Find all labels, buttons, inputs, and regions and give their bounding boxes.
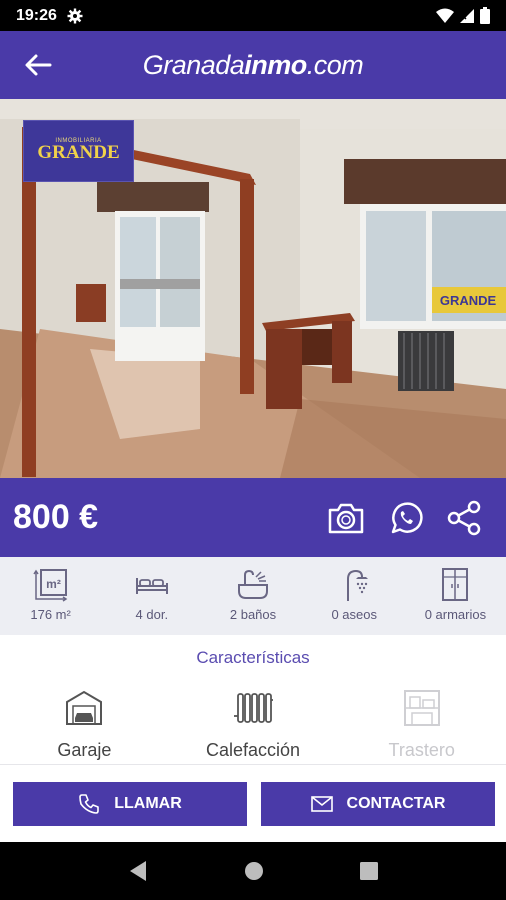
storage-icon (403, 690, 440, 726)
app-bar: Granadainmo.com (0, 31, 506, 99)
amenity-garage-label: Garaje (57, 740, 112, 760)
window-sign-text: GRANDE (440, 293, 497, 308)
nav-home-icon[interactable] (244, 861, 264, 881)
features-row: m² 176 m² 4 dor. 2 baños 0 aseos 0 armar… (0, 557, 506, 635)
feature-area-label: 176 m² (30, 607, 71, 622)
characteristics-title: Características (196, 648, 310, 667)
call-button[interactable]: LLAMAR (13, 782, 247, 826)
feature-toilets-label: 0 aseos (331, 607, 377, 622)
price-bar: 800 € (0, 478, 506, 557)
app-title-regular: Granada (142, 49, 245, 80)
listing-actions (327, 500, 493, 536)
signal-icon (460, 8, 474, 23)
feature-bedrooms-label: 4 dor. (135, 607, 169, 622)
shower-icon (347, 569, 369, 601)
contact-button[interactable]: CONTACTAR (261, 782, 495, 826)
wardrobe-icon (442, 568, 469, 601)
feature-bedrooms: 4 dor. (101, 557, 202, 635)
contact-button-label: CONTACTAR (346, 795, 446, 812)
bottom-action-bar: LLAMAR CONTACTAR (0, 764, 506, 842)
phone-icon (79, 794, 100, 814)
bath-icon (238, 569, 268, 599)
status-bar: 19:26 (0, 0, 506, 31)
agency-logo: INMOBILIARIA GRANDE (23, 120, 134, 182)
app-title-bold: inmo (244, 49, 307, 80)
whatsapp-icon[interactable] (389, 501, 423, 535)
battery-icon (480, 7, 490, 24)
radiator-icon (234, 693, 273, 723)
camera-icon[interactable] (327, 501, 365, 535)
wifi-icon (436, 8, 454, 23)
amenity-heating-label: Calefacción (205, 740, 301, 760)
share-icon[interactable] (447, 500, 481, 536)
bed-icon (135, 578, 168, 594)
amenity-garage: Garaje (0, 688, 169, 764)
nav-recents-icon[interactable] (360, 862, 378, 880)
system-nav-bar (0, 842, 506, 900)
garage-icon (66, 690, 103, 725)
amenity-storage: Trastero (337, 688, 506, 764)
feature-toilets: 0 aseos (304, 557, 405, 635)
svg-text:m²: m² (46, 577, 61, 591)
feature-wardrobes-label: 0 armarios (424, 607, 487, 622)
agency-logo-name: GRANDE (37, 142, 120, 163)
listing-price: 800 € (13, 498, 99, 536)
characteristics-row: Garaje Calefacción Trastero (0, 688, 506, 764)
amenity-heating: Calefacción (169, 688, 338, 764)
feature-bathrooms-label: 2 baños (229, 607, 277, 622)
feature-bathrooms: 2 baños (202, 557, 303, 635)
settings-gear-icon (67, 8, 83, 23)
feature-wardrobes: 0 armarios (405, 557, 506, 635)
app-title-suffix: .com (306, 49, 364, 80)
back-arrow-icon[interactable] (22, 51, 54, 79)
envelope-icon (310, 796, 333, 812)
amenity-storage-label: Trastero (388, 740, 455, 760)
status-time: 19:26 (16, 6, 57, 24)
app-title: Granadainmo.com (0, 50, 506, 81)
nav-back-icon[interactable] (128, 860, 148, 882)
call-button-label: LLAMAR (114, 795, 182, 812)
feature-area: m² 176 m² (0, 557, 101, 635)
area-icon: m² (32, 569, 67, 602)
property-photo[interactable]: GRANDE INMOBILIARIA GRANDE (0, 99, 506, 478)
